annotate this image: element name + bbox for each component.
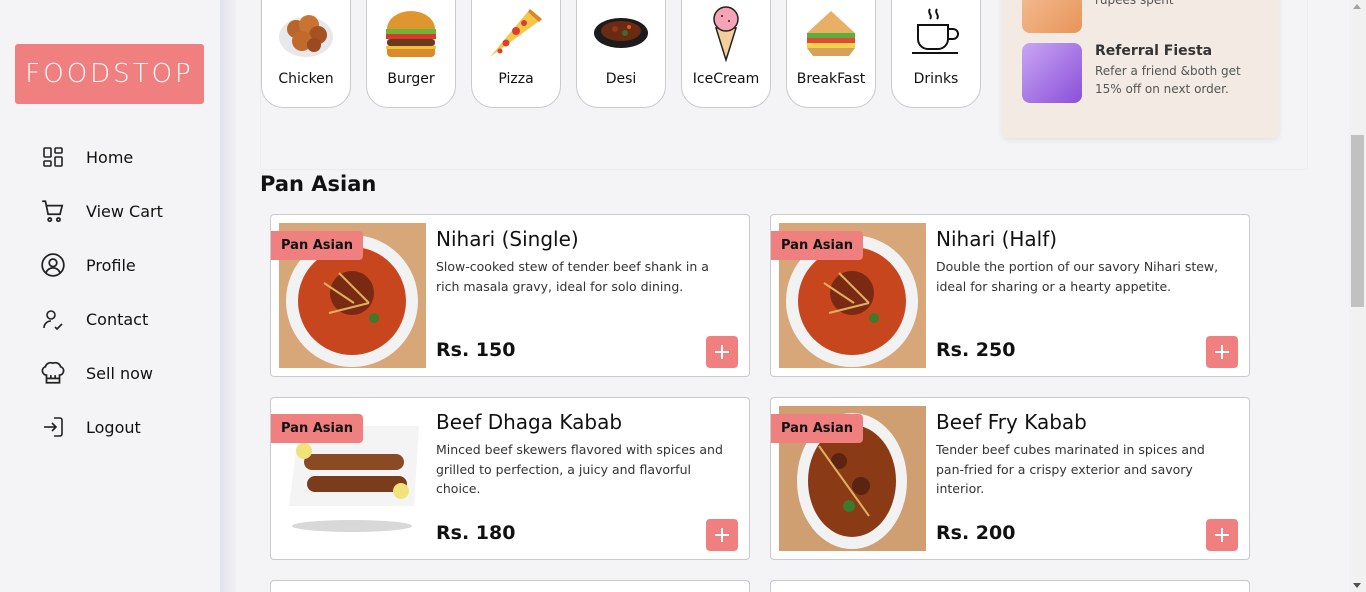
add-to-cart-button[interactable] — [706, 519, 738, 551]
category-burger[interactable]: Burger — [366, 0, 456, 108]
product-description: Double the portion of our savory Nihari … — [936, 259, 1219, 294]
product-card[interactable] — [270, 580, 750, 592]
sidebar-divider — [220, 0, 236, 592]
referral-promo[interactable]: Referral Fiesta Refer a friend &both get… — [1022, 43, 1265, 103]
product-card[interactable]: Pan Asian Beef Dhaga Kabab Minced beef s… — [270, 397, 750, 560]
product-title: Nihari (Half) — [936, 227, 1058, 251]
sandwich-icon — [801, 5, 861, 61]
category-label: Desi — [605, 71, 637, 87]
category-label: Burger — [387, 71, 435, 87]
sidebar-item-label: View Cart — [86, 201, 163, 221]
category-label: BreakFast — [796, 71, 866, 87]
promo-text: Earn coins for every 100 rupees spent — [1095, 0, 1174, 7]
sidebar-item-label: Home — [86, 147, 134, 167]
product-description: Tender beef cubes marinated in spices an… — [936, 442, 1205, 496]
category-tag: Pan Asian — [271, 414, 364, 443]
sidebar-item-home[interactable]: Home — [40, 130, 163, 184]
category-icecream[interactable]: IceCream — [681, 0, 771, 108]
sidebar-item-logout[interactable]: Logout — [40, 400, 163, 454]
foodstop-logo[interactable]: FOODSTOP — [15, 44, 204, 104]
coins-image — [1022, 0, 1082, 33]
product-card[interactable] — [770, 580, 1250, 592]
chef-hat-icon — [40, 360, 66, 386]
category-list: Chicken Burger Pizza Desi IceCream Break… — [261, 0, 996, 108]
product-price: Rs. 180 — [436, 522, 516, 544]
category-label: Chicken — [278, 71, 334, 87]
add-to-cart-button[interactable] — [1206, 336, 1238, 368]
plus-icon — [715, 528, 729, 542]
category-desi[interactable]: Desi — [576, 0, 666, 108]
product-description: Minced beef skewers flavored with spices… — [436, 442, 723, 496]
product-card[interactable]: Pan Asian Beef Fry Kabab Tender beef cub… — [770, 397, 1250, 560]
product-description: Slow-cooked stew of tender beef shank in… — [436, 259, 709, 294]
add-to-cart-button[interactable] — [706, 336, 738, 368]
sidebar: FOODSTOP Home View Cart Profile Contact — [0, 0, 220, 592]
plus-icon — [1215, 528, 1229, 542]
add-to-cart-button[interactable] — [1206, 519, 1238, 551]
category-breakfast[interactable]: BreakFast — [786, 0, 876, 108]
category-tag: Pan Asian — [771, 414, 864, 443]
promo-title: Referral Fiesta — [1095, 43, 1213, 59]
promo-text: Refer a friend &both get 15% off on next… — [1095, 64, 1241, 96]
category-label: Pizza — [498, 71, 534, 87]
sidebar-item-view-cart[interactable]: View Cart — [40, 184, 163, 238]
section-title: Pan Asian — [260, 172, 377, 196]
scroll-down-icon[interactable] — [1353, 583, 1361, 588]
burger-icon — [381, 5, 441, 61]
curry-icon — [591, 5, 651, 61]
category-pizza[interactable]: Pizza — [471, 0, 561, 108]
sidebar-nav: Home View Cart Profile Contact Sell now — [40, 130, 163, 454]
plus-icon — [715, 345, 729, 359]
product-card[interactable]: Pan Asian Nihari (Half) Double the porti… — [770, 214, 1250, 377]
sidebar-item-label: Sell now — [86, 363, 153, 383]
ice-cream-icon — [696, 5, 756, 62]
coins-promo[interactable]: Earn coins for every 100 rupees spent — [1022, 0, 1265, 33]
category-label: Drinks — [913, 71, 959, 87]
contact-icon — [40, 306, 66, 332]
product-card[interactable]: Pan Asian Nihari (Single) Slow-cooked st… — [270, 214, 750, 377]
product-title: Beef Dhaga Kabab — [436, 410, 623, 434]
sidebar-item-label: Logout — [86, 417, 141, 437]
category-label: IceCream — [692, 71, 760, 87]
dashboard-icon — [40, 144, 66, 170]
sidebar-item-label: Profile — [86, 255, 136, 275]
main-content: Chicken Burger Pizza Desi IceCream Break… — [236, 0, 1348, 592]
pizza-icon — [486, 5, 546, 61]
product-price: Rs. 150 — [436, 339, 516, 361]
sidebar-item-sell-now[interactable]: Sell now — [40, 346, 163, 400]
category-chicken[interactable]: Chicken — [261, 0, 351, 108]
sidebar-item-contact[interactable]: Contact — [40, 292, 163, 346]
fried-chicken-icon — [276, 5, 336, 61]
plus-icon — [1215, 345, 1229, 359]
wallet-image — [1022, 43, 1082, 103]
product-price: Rs. 250 — [936, 339, 1016, 361]
category-tag: Pan Asian — [271, 231, 364, 260]
category-tag: Pan Asian — [771, 231, 864, 260]
logout-icon — [40, 414, 66, 440]
sidebar-item-profile[interactable]: Profile — [40, 238, 163, 292]
product-title: Beef Fry Kabab — [936, 410, 1087, 434]
product-title: Nihari (Single) — [436, 227, 579, 251]
rewards-panel: Earn coins for every 100 rupees spent Re… — [1002, 0, 1279, 138]
scroll-up-icon[interactable] — [1353, 4, 1361, 9]
coffee-icon — [906, 5, 966, 61]
sidebar-item-label: Contact — [86, 309, 149, 329]
cart-icon — [40, 198, 66, 224]
user-circle-icon — [40, 252, 66, 278]
vertical-scrollbar[interactable] — [1349, 0, 1366, 592]
scrollbar-thumb[interactable] — [1351, 135, 1364, 307]
category-drinks[interactable]: Drinks — [891, 0, 981, 108]
product-price: Rs. 200 — [936, 522, 1016, 544]
